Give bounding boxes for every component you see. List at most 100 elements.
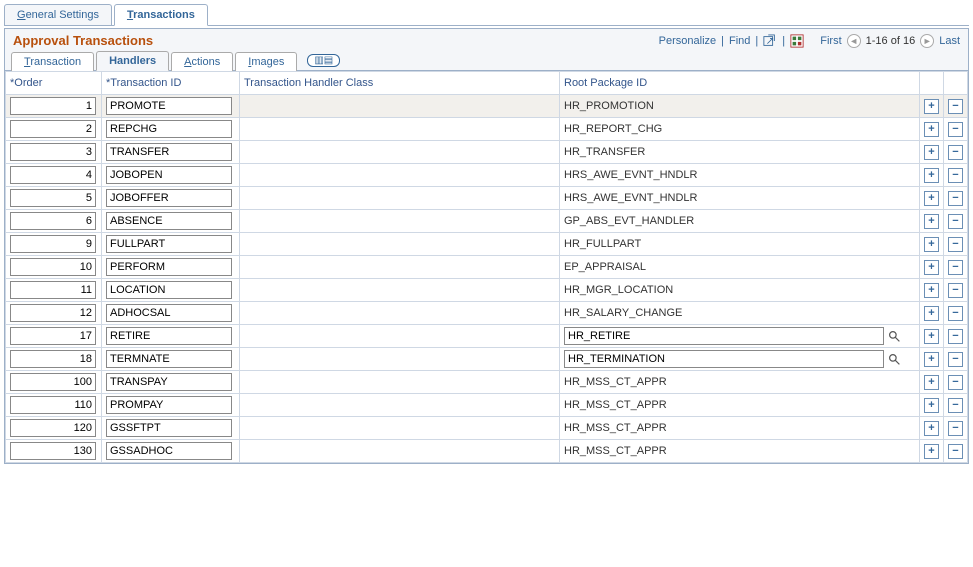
subtab-handlers[interactable]: Handlers <box>96 51 169 71</box>
add-row-button[interactable]: + <box>924 375 939 390</box>
root-package-cell: HR_FULLPART <box>560 233 920 256</box>
order-input[interactable] <box>10 235 96 253</box>
root-package-cell: HRS_AWE_EVNT_HNDLR <box>560 164 920 187</box>
order-input[interactable] <box>10 373 96 391</box>
add-row-button[interactable]: + <box>924 329 939 344</box>
remove-row-button[interactable]: − <box>948 260 963 275</box>
transaction-id-input[interactable] <box>106 396 232 414</box>
remove-row-button[interactable]: − <box>948 145 963 160</box>
remove-row-button[interactable]: − <box>948 306 963 321</box>
add-row-button[interactable]: + <box>924 283 939 298</box>
order-input[interactable] <box>10 281 96 299</box>
subtab-transaction[interactable]: Transaction <box>11 52 94 71</box>
root-package-cell: HR_MSS_CT_APPR <box>560 394 920 417</box>
add-row-button[interactable]: + <box>924 168 939 183</box>
add-row-button[interactable]: + <box>924 398 939 413</box>
remove-row-button[interactable]: − <box>948 375 963 390</box>
add-row-button[interactable]: + <box>924 191 939 206</box>
remove-row-button[interactable]: − <box>948 237 963 252</box>
order-input[interactable] <box>10 97 96 115</box>
add-row-button[interactable]: + <box>924 306 939 321</box>
add-row-button[interactable]: + <box>924 214 939 229</box>
transaction-id-input[interactable] <box>106 189 232 207</box>
handler-class-cell <box>240 164 560 187</box>
last-link[interactable]: Last <box>939 35 960 47</box>
transaction-id-input[interactable] <box>106 419 232 437</box>
first-link[interactable]: First <box>820 35 841 47</box>
transaction-id-input[interactable] <box>106 212 232 230</box>
table-row: EP_APPRAISAL+− <box>6 256 968 279</box>
transaction-id-input[interactable] <box>106 281 232 299</box>
root-package-input[interactable] <box>564 350 884 368</box>
lookup-icon[interactable] <box>887 352 901 366</box>
order-input[interactable] <box>10 442 96 460</box>
table-row: HR_MGR_LOCATION+− <box>6 279 968 302</box>
table-row: HR_TRANSFER+− <box>6 141 968 164</box>
order-input[interactable] <box>10 212 96 230</box>
zoom-icon[interactable] <box>763 34 777 48</box>
add-row-button[interactable]: + <box>924 260 939 275</box>
add-row-button[interactable]: + <box>924 145 939 160</box>
transaction-id-input[interactable] <box>106 304 232 322</box>
order-input[interactable] <box>10 166 96 184</box>
order-input[interactable] <box>10 120 96 138</box>
remove-row-button[interactable]: − <box>948 444 963 459</box>
remove-row-button[interactable]: − <box>948 168 963 183</box>
order-input[interactable] <box>10 419 96 437</box>
transaction-id-input[interactable] <box>106 373 232 391</box>
order-input[interactable] <box>10 304 96 322</box>
transaction-id-input[interactable] <box>106 97 232 115</box>
tab-general-settings[interactable]: General Settings <box>4 4 112 25</box>
table-row: HRS_AWE_EVNT_HNDLR+− <box>6 187 968 210</box>
add-row-button[interactable]: + <box>924 352 939 367</box>
add-row-button[interactable]: + <box>924 99 939 114</box>
col-handler-class[interactable]: Transaction Handler Class <box>240 72 560 95</box>
lookup-icon[interactable] <box>887 329 901 343</box>
table-row: HR_SALARY_CHANGE+− <box>6 302 968 325</box>
next-arrow-icon[interactable]: ► <box>920 34 934 48</box>
transaction-id-input[interactable] <box>106 442 232 460</box>
order-input[interactable] <box>10 143 96 161</box>
subtab-images[interactable]: Images <box>235 52 297 71</box>
transaction-id-input[interactable] <box>106 235 232 253</box>
col-order[interactable]: *Order <box>6 72 102 95</box>
page-tabs: General Settings Transactions <box>4 4 969 26</box>
remove-row-button[interactable]: − <box>948 214 963 229</box>
remove-row-button[interactable]: − <box>948 99 963 114</box>
remove-row-button[interactable]: − <box>948 329 963 344</box>
order-input[interactable] <box>10 350 96 368</box>
remove-row-button[interactable]: − <box>948 122 963 137</box>
remove-row-button[interactable]: − <box>948 191 963 206</box>
transaction-id-input[interactable] <box>106 258 232 276</box>
transaction-id-input[interactable] <box>106 327 232 345</box>
remove-row-button[interactable]: − <box>948 421 963 436</box>
add-row-button[interactable]: + <box>924 122 939 137</box>
order-input[interactable] <box>10 189 96 207</box>
show-all-columns-icon[interactable]: ▥▤ <box>307 54 340 67</box>
table-row: +− <box>6 325 968 348</box>
add-row-button[interactable]: + <box>924 444 939 459</box>
add-row-button[interactable]: + <box>924 237 939 252</box>
add-row-button[interactable]: + <box>924 421 939 436</box>
find-link[interactable]: Find <box>729 35 750 47</box>
order-input[interactable] <box>10 258 96 276</box>
transaction-id-input[interactable] <box>106 120 232 138</box>
col-transaction-id[interactable]: *Transaction ID <box>102 72 240 95</box>
table-row: HR_PROMOTION+− <box>6 95 968 118</box>
col-root-package[interactable]: Root Package ID <box>560 72 920 95</box>
order-input[interactable] <box>10 327 96 345</box>
transaction-id-input[interactable] <box>106 350 232 368</box>
root-package-input[interactable] <box>564 327 884 345</box>
prev-arrow-icon[interactable]: ◄ <box>847 34 861 48</box>
transaction-id-input[interactable] <box>106 166 232 184</box>
remove-row-button[interactable]: − <box>948 283 963 298</box>
personalize-link[interactable]: Personalize <box>659 35 716 47</box>
download-icon[interactable] <box>790 34 804 48</box>
subtab-actions[interactable]: Actions <box>171 52 233 71</box>
order-input[interactable] <box>10 396 96 414</box>
remove-row-button[interactable]: − <box>948 398 963 413</box>
root-package-cell: HR_MSS_CT_APPR <box>560 440 920 463</box>
remove-row-button[interactable]: − <box>948 352 963 367</box>
tab-transactions[interactable]: Transactions <box>114 4 208 26</box>
transaction-id-input[interactable] <box>106 143 232 161</box>
